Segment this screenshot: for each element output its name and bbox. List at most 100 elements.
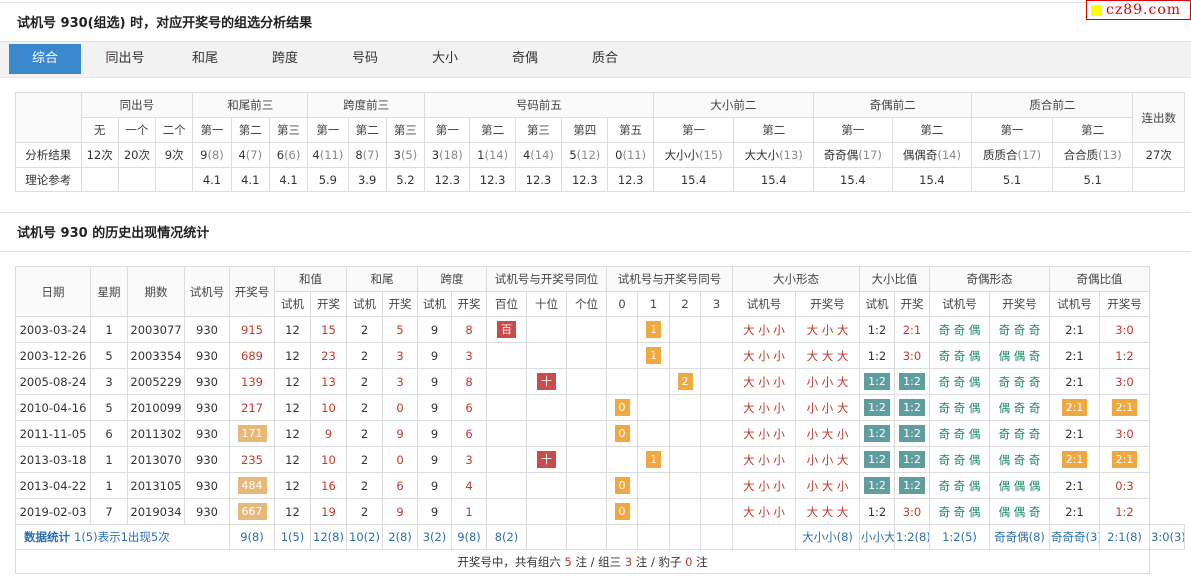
row-issue: 2003354 <box>127 342 185 369</box>
row-date: 2010-04-16 <box>15 394 91 421</box>
table-row: 2013-03-18 1 2013070 930 235 12 10 2 0 9 3 十 1 大 小 小小… <box>15 446 1185 473</box>
row-oddratio-draw: 3:0 <box>1099 368 1150 395</box>
t1-result-cell: 质质合(17) <box>971 142 1053 168</box>
t1-reference-cell: 12.3 <box>424 167 471 192</box>
row-oddratio-trial: 2:1 <box>1049 420 1100 447</box>
tab-7[interactable]: 质合 <box>569 44 641 74</box>
row-pos-empty <box>526 472 567 499</box>
t1-result-value: 3 <box>393 148 401 162</box>
t1-sub-15: 第二 <box>733 117 815 143</box>
row-same-empty <box>606 342 638 369</box>
t1-sub-16: 第一 <box>813 117 893 143</box>
t1-sub-17: 第二 <box>891 117 973 143</box>
t2-sub-s_trial: 试机 <box>417 291 452 317</box>
t2-stats-cell <box>732 524 796 550</box>
row-span-draw: 3 <box>451 446 487 473</box>
t1-result-cell: 20次 <box>117 142 157 168</box>
t2-footer-row: 开奖号中，共有组六 5 注 / 组三 3 注 / 豹子 0 注 <box>15 549 1185 574</box>
row-oddratio-draw: 3:0 <box>1099 316 1150 343</box>
table-row: 2003-12-26 5 2003354 930 689 12 23 2 3 9 3 1 大 小 小大 … <box>15 342 1185 369</box>
row-sizeratio-draw-cell: 1:2 <box>894 472 930 499</box>
t1-result-value: 质质合 <box>982 148 1018 162</box>
row-sizeratio-draw: 2:1 <box>894 316 930 343</box>
row-trial: 930 <box>184 420 230 447</box>
t1-sub-18: 第一 <box>971 117 1053 143</box>
t1-result-value: 20次 <box>123 148 150 162</box>
site-logo[interactable]: cz89.com <box>1086 0 1191 20</box>
row-size-trial: 大 小 小 <box>732 446 796 473</box>
row-sizeratio-trial: 1:2 <box>859 316 895 343</box>
row-pos-empty <box>486 498 527 525</box>
t2-stats-cell: 3:0(3) <box>1149 524 1185 550</box>
footer-pre: 开奖号中，共有组六 <box>457 554 565 569</box>
row-span-trial: 9 <box>417 394 452 421</box>
t2-stats-cell: 1(5) <box>274 524 311 550</box>
row-pos-empty <box>486 394 527 421</box>
row-oddratio-draw: 0:3 <box>1099 472 1150 499</box>
row-span-trial: 9 <box>417 446 452 473</box>
tab-0[interactable]: 综合 <box>9 44 81 74</box>
row-same-empty <box>637 394 670 421</box>
t1-result-cell: 4(11) <box>307 142 349 168</box>
row-same-empty <box>700 342 733 369</box>
row-sizeratio-draw-cell: 1:2 <box>894 368 930 395</box>
row-same-mark: 1 <box>646 347 661 364</box>
row-pos-mark: 十 <box>537 451 556 468</box>
t2-sub-pos: 百位 <box>486 291 527 317</box>
row-odd-draw: 奇 奇 奇 <box>989 420 1050 447</box>
row-size-draw: 小 小 大 <box>795 446 860 473</box>
t1-group-5: 奇偶前二 <box>813 92 973 118</box>
row-same-mark: 1 <box>646 451 661 468</box>
row-same-empty <box>700 420 733 447</box>
row-pos-empty <box>566 420 607 447</box>
row-week: 7 <box>90 498 128 525</box>
t1-reference-cell: 4.1 <box>192 167 232 192</box>
tab-2[interactable]: 和尾 <box>169 44 241 74</box>
t1-result-count: (17) <box>858 148 882 162</box>
row-sizeratio-trial: 1:2 <box>864 451 890 468</box>
t2-sub-s_trialno: 试机号 <box>732 291 796 317</box>
row-same-empty <box>669 498 701 525</box>
t1-reference-cell: 12.3 <box>514 167 563 192</box>
t2-sub-s_draw: 开奖 <box>310 291 347 317</box>
tab-4[interactable]: 号码 <box>329 44 401 74</box>
row-sizeratio-draw: 1:2 <box>899 425 925 442</box>
tab-3[interactable]: 跨度 <box>249 44 321 74</box>
t2-sub-s_trialno: 试机号 <box>1049 291 1100 317</box>
row-same-mark-cell: 0 <box>606 420 638 447</box>
tab-1[interactable]: 同出号 <box>89 44 161 74</box>
row-pos-empty <box>486 472 527 499</box>
row-odd-trial: 奇 奇 偶 <box>929 472 990 499</box>
row-size-draw: 小 小 大 <box>795 394 860 421</box>
tab-6[interactable]: 奇偶 <box>489 44 561 74</box>
t2-stats-row: 数据统计 1(5)表示1出现5次 9(8) 1(5) 12(8) 10(2) 2(8) 3(2… <box>15 524 1185 550</box>
t1-result-count: (11) <box>622 148 647 162</box>
row-size-draw: 小 大 小 <box>795 472 860 499</box>
t1-result-count: (15) <box>699 148 723 162</box>
row-sizeratio-trial: 1:2 <box>859 498 895 525</box>
table-row: 2013-04-22 1 2013105 930 484 12 16 2 6 9 4 0 大 小 小小 … <box>15 472 1185 499</box>
logo-square-icon <box>1091 5 1102 16</box>
t1-group-header: 同出号 和尾前三 跨度前三 号码前五 大小前二 奇偶前二 质合前二 连出数 <box>15 92 1185 143</box>
t1-result-value: 大小小 <box>664 148 700 162</box>
row-oddratio-trial: 2:1 <box>1049 316 1100 343</box>
t1-sub-13: 第五 <box>607 117 654 143</box>
row-span-draw: 1 <box>451 498 487 525</box>
row-draw: 689 <box>229 342 275 369</box>
t1-sub-4: 第二 <box>230 117 270 143</box>
row-same-mark: 0 <box>614 399 630 416</box>
row-sum-draw: 13 <box>310 368 347 395</box>
row-sum-draw: 23 <box>310 342 347 369</box>
row-same-empty <box>637 368 670 395</box>
row-tail-trial: 2 <box>346 342 383 369</box>
row-sum-draw: 9 <box>310 420 347 447</box>
tab-5[interactable]: 大小 <box>409 44 481 74</box>
row-sum-trial: 12 <box>274 446 311 473</box>
t1-result-cell: 合合质(13) <box>1051 142 1134 168</box>
t2-stats-cell <box>637 524 670 550</box>
row-span-draw: 8 <box>451 316 487 343</box>
t1-sub-0: 无 <box>80 117 119 143</box>
t1-reference-cell <box>80 167 119 192</box>
row-draw: 217 <box>229 394 275 421</box>
t1-result-value: 奇奇偶 <box>823 148 859 162</box>
